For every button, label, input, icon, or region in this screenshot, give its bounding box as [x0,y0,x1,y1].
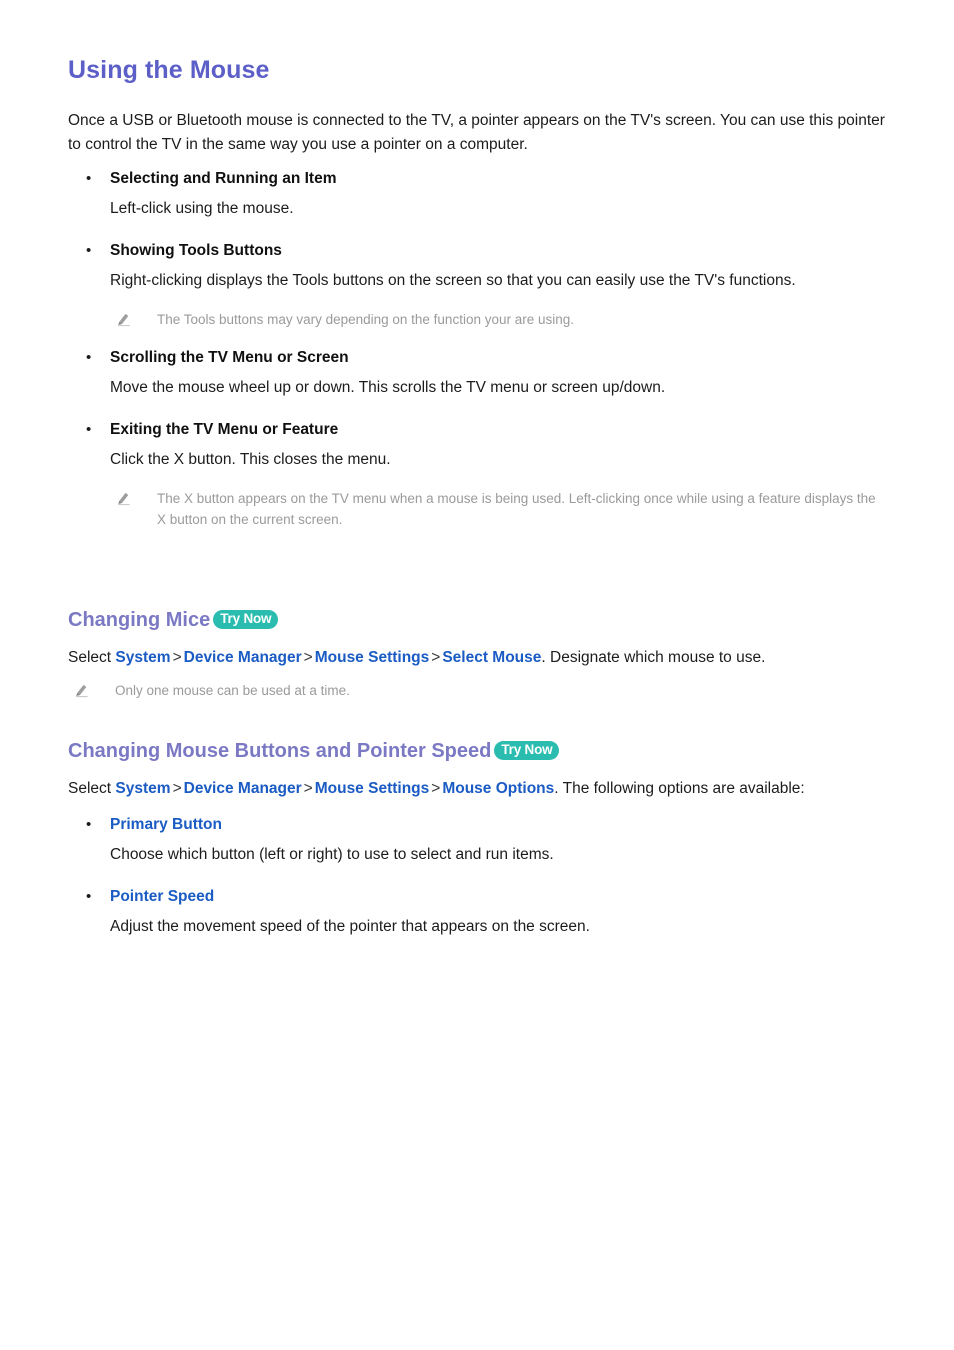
bullet-heading: Selecting and Running an Item [110,170,337,187]
bullet-heading: Showing Tools Buttons [110,242,282,259]
path-suffix: . Designate which mouse to use. [541,649,766,666]
note-block: The Tools buttons may vary depending on … [110,309,886,330]
menu-link-mouse-settings[interactable]: Mouse Settings [315,780,430,797]
list-item: Showing Tools Buttons Right-clicking dis… [68,237,886,330]
path-suffix: . The following options are available: [554,780,805,797]
option-body: Adjust the movement speed of the pointer… [110,918,590,935]
option-heading-pointer-speed[interactable]: Pointer Speed [110,883,886,911]
menu-link-select-mouse[interactable]: Select Mouse [442,649,541,666]
chevron-icon: > [172,649,182,666]
bullet-body: Left-click using the mouse. [110,200,294,217]
list-item: Scrolling the TV Menu or Screen Move the… [68,344,886,400]
menu-path-line: Select System > Device Manager > Mouse Setti… [68,646,886,670]
list-item: Selecting and Running an Item Left-click… [68,165,886,221]
bullet-body: Move the mouse wheel up or down. This sc… [110,379,666,396]
path-prefix: Select [68,649,112,666]
note-text: The Tools buttons may vary depending on … [157,312,575,327]
menu-link-device-manager[interactable]: Device Manager [184,649,302,666]
chevron-icon: > [431,649,441,666]
list-item: Pointer Speed Adjust the movement speed … [68,883,886,939]
note-block: The X button appears on the TV menu when… [110,488,886,530]
note-block: Only one mouse can be used at a time. [68,680,886,701]
menu-link-mouse-settings[interactable]: Mouse Settings [315,649,430,666]
menu-path-line: Select System > Device Manager > Mouse Setti… [68,777,886,801]
intro-paragraph: Once a USB or Bluetooth mouse is connect… [68,112,885,153]
try-now-badge[interactable]: Try Now [213,610,279,629]
section-heading: Changing Mouse Buttons and Pointer Speed… [68,739,886,764]
menu-link-mouse-options[interactable]: Mouse Options [442,780,554,797]
pencil-icon [116,490,132,506]
chevron-icon: > [303,649,313,666]
chevron-icon: > [172,780,182,797]
menu-link-system[interactable]: System [115,780,170,797]
option-heading-primary-button[interactable]: Primary Button [110,811,886,839]
section-heading: Changing Mice Try Now [68,608,886,633]
bullet-heading: Exiting the TV Menu or Feature [110,421,339,438]
pencil-icon [74,682,90,698]
pencil-icon [116,311,132,327]
note-text: Only one mouse can be used at a time. [115,683,350,698]
option-body: Choose which button (left or right) to u… [110,846,554,863]
list-item: Primary Button Choose which button (left… [68,811,886,867]
path-prefix: Select [68,780,112,797]
mouse-actions-list: Selecting and Running an Item Left-click… [68,165,886,530]
page-title: Using the Mouse [68,56,270,84]
document-page: Using the Mouse Once a USB or Bluetooth … [0,0,954,1350]
bullet-heading: Scrolling the TV Menu or Screen [110,349,349,366]
section-heading-text: Changing Mouse Buttons and Pointer Speed [68,740,492,762]
menu-link-device-manager[interactable]: Device Manager [184,780,302,797]
chevron-icon: > [303,780,313,797]
section-changing-mice: Changing Mice Try Now Select System > Devic… [68,608,886,701]
section-changing-mouse-buttons: Changing Mouse Buttons and Pointer Speed… [68,739,886,939]
bullet-body: Click the X button. This closes the menu… [110,451,391,468]
section-heading-text: Changing Mice [68,609,211,631]
list-item: Exiting the TV Menu or Feature Click the… [68,416,886,530]
menu-link-system[interactable]: System [115,649,170,666]
bullet-body: Right-clicking displays the Tools button… [110,272,796,289]
try-now-badge[interactable]: Try Now [494,741,560,760]
chevron-icon: > [431,780,441,797]
note-text: The X button appears on the TV menu when… [157,491,876,527]
mouse-options-list: Primary Button Choose which button (left… [68,811,886,939]
